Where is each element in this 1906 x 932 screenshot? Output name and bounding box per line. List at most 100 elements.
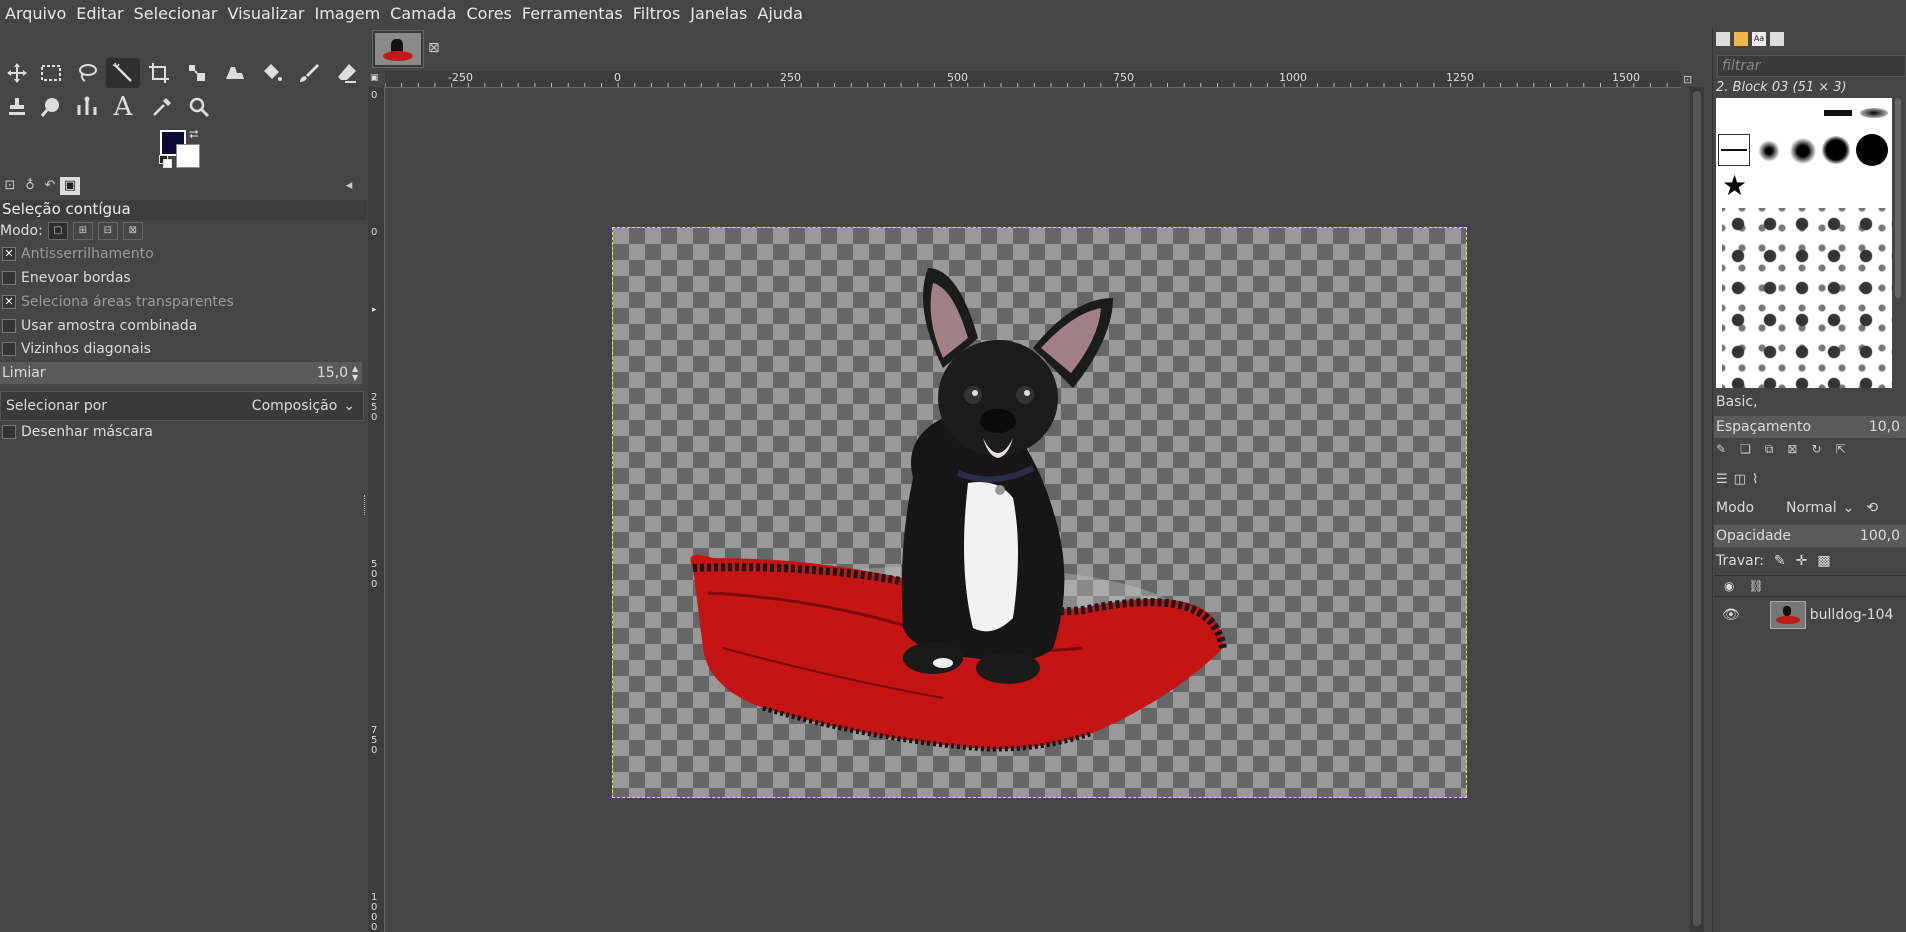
menu-selecionar[interactable]: Selecionar [129, 4, 223, 23]
brush-filter-input[interactable]: filtrar [1717, 55, 1906, 77]
eraser-tool-icon[interactable] [330, 58, 364, 88]
mode-add-button[interactable]: ⊞ [72, 222, 93, 240]
checkbox-mark [2, 319, 16, 333]
brush-swatch[interactable] [1860, 108, 1888, 118]
checkbox-mark [2, 271, 16, 285]
brush-scrollbar[interactable] [1895, 98, 1901, 298]
navigate-corner-icon[interactable]: ⊡ [1683, 73, 1692, 86]
edit-brush-icon[interactable]: ✎ [1716, 442, 1726, 460]
menu-cores[interactable]: Cores [462, 4, 517, 23]
brush-grid[interactable]: ★ [1716, 98, 1892, 388]
opacity-spinner[interactable]: Opacidade 100,0 [1714, 525, 1906, 547]
zoom-tool-icon[interactable] [182, 92, 216, 122]
mode-subtract-button[interactable]: ⊟ [97, 222, 118, 240]
fonts-tab-icon[interactable]: Aa [1752, 32, 1766, 46]
vertical-scrollbar[interactable] [1690, 87, 1704, 932]
select-by-dropdown[interactable]: Selecionar por Composição ⌄ [0, 391, 364, 421]
crop-tool-icon[interactable] [142, 58, 176, 88]
rect-select-tool-icon[interactable] [34, 58, 68, 88]
undo-history-tab-icon[interactable]: ↶ [40, 177, 60, 195]
lasso-tool-icon[interactable] [70, 58, 104, 88]
menu-filtros[interactable]: Filtros [628, 4, 686, 23]
layers-dock-tabs: ☰ ◫ ⌇ [1716, 472, 1758, 487]
configure-tab-icon[interactable]: ◂ [339, 177, 359, 195]
mode-replace-button[interactable]: ▢ [47, 222, 68, 240]
brush-swatch[interactable] [1824, 110, 1852, 116]
background-color[interactable] [176, 144, 200, 168]
menu-imagem[interactable]: Imagem [309, 4, 385, 23]
checkbox-mark [2, 425, 16, 439]
warp-tool-icon[interactable] [218, 58, 252, 88]
vertical-ruler[interactable]: 0 0 2 5 0 5 0 0 7 5 0 1 0 0 0 ▸ [368, 87, 385, 932]
move-tool-icon[interactable] [0, 58, 34, 88]
clone-tool-icon[interactable] [0, 92, 34, 122]
open-as-image-icon[interactable]: ⇱ [1836, 442, 1846, 460]
menu-janelas[interactable]: Janelas [685, 4, 752, 23]
tool-options-tab-icon[interactable]: ⊡ [0, 177, 20, 195]
menu-camada[interactable]: Camada [385, 4, 461, 23]
draw-mask-checkbox[interactable]: Desenhar máscara [0, 422, 360, 442]
layer-row[interactable]: 👁 bulldog-104 [1714, 598, 1906, 632]
brush-swatch-grid[interactable] [1722, 208, 1892, 388]
select-transparent-checkbox[interactable]: ✕ Seleciona áreas transparentes [0, 292, 360, 312]
brush-swatch[interactable] [1790, 138, 1816, 164]
bucket-fill-tool-icon[interactable] [255, 58, 289, 88]
paths-tool-icon[interactable] [70, 92, 104, 122]
duplicate-brush-icon[interactable]: ⧉ [1765, 442, 1774, 460]
reset-colors-icon[interactable] [159, 155, 172, 168]
mode-intersect-button[interactable]: ⊠ [122, 222, 143, 240]
brush-swatch[interactable] [1822, 136, 1850, 164]
image-canvas[interactable] [612, 227, 1467, 798]
brush-swatch[interactable] [1856, 134, 1888, 166]
paths-tab-icon[interactable]: ⌇ [1752, 472, 1758, 487]
menu-visualizar[interactable]: Visualizar [222, 4, 309, 23]
menu-editar[interactable]: Editar [71, 4, 128, 23]
feather-edges-checkbox[interactable]: Enevoar bordas [0, 268, 360, 288]
quick-mask-corner-icon[interactable]: ▣ [370, 73, 383, 85]
lock-position-icon[interactable]: ✛ [1796, 553, 1808, 569]
spin-arrows-icon[interactable]: ▲ ▼ [352, 364, 362, 382]
brush-swatch[interactable] [1758, 140, 1780, 162]
device-status-tab-icon[interactable]: ♁ [20, 177, 40, 195]
layers-tab-icon[interactable]: ☰ [1716, 472, 1728, 487]
layer-mode-dropdown[interactable]: Normal [1786, 500, 1837, 516]
sample-merged-checkbox[interactable]: Usar amostra combinada [0, 316, 360, 336]
diagonal-neighbors-checkbox[interactable]: Vizinhos diagonais [0, 339, 360, 359]
star-brush-icon[interactable]: ★ [1722, 172, 1747, 200]
close-tab-icon[interactable]: ⊠ [428, 40, 440, 56]
channels-tab-icon[interactable]: ◫ [1734, 472, 1746, 487]
new-brush-icon[interactable]: ❏ [1740, 442, 1751, 460]
layer-name[interactable]: bulldog-104 [1810, 607, 1894, 623]
brush-tag-field[interactable]: Basic, [1716, 394, 1758, 410]
menu-ferramentas[interactable]: Ferramentas [517, 4, 628, 23]
threshold-spinner[interactable]: Limiar 15,0 ▲ ▼ [0, 362, 362, 384]
delete-brush-icon[interactable]: ⊠ [1787, 442, 1797, 460]
refresh-brushes-icon[interactable]: ↻ [1811, 442, 1821, 460]
paintbrush-tool-icon[interactable] [292, 58, 326, 88]
antialias-checkbox[interactable]: ✕ Antisserrilhamento [0, 244, 360, 264]
eye-icon[interactable]: 👁 [1714, 607, 1740, 623]
h-ruler-ticks [385, 83, 1668, 87]
color-picker-tool-icon[interactable] [145, 92, 179, 122]
images-tab-icon[interactable]: ▣ [60, 177, 80, 195]
patterns-tab-icon[interactable] [1734, 32, 1748, 46]
smudge-tool-icon[interactable] [34, 92, 68, 122]
horizontal-ruler[interactable]: -250 0 250 500 750 1000 1250 1500 [385, 71, 1681, 88]
chevron-down-icon: ⌄ [343, 398, 355, 414]
brush-swatch-selected[interactable] [1718, 134, 1750, 166]
menu-ajuda[interactable]: Ajuda [752, 4, 808, 23]
swap-colors-icon[interactable]: ⮂ [189, 127, 199, 142]
spacing-spinner[interactable]: Espaçamento 10,0 [1714, 416, 1906, 438]
selected-brush-name: 2. Block 03 (51 × 3) [1716, 80, 1847, 95]
brushes-tab-icon[interactable] [1716, 32, 1730, 46]
transform-tool-icon[interactable] [180, 58, 214, 88]
text-tool-icon[interactable]: A [106, 92, 140, 122]
layer-mode-reset-icon[interactable]: ⟲ [1854, 500, 1878, 516]
lock-alpha-icon[interactable]: ▩ [1817, 553, 1830, 569]
image-tab[interactable] [372, 30, 424, 68]
document-history-tab-icon[interactable] [1770, 32, 1784, 46]
menu-arquivo[interactable]: Arquivo [0, 4, 71, 23]
lock-pixels-icon[interactable]: ✎ [1774, 553, 1786, 569]
scrollbar-thumb[interactable] [1693, 91, 1701, 926]
fuzzy-select-tool-icon[interactable] [106, 58, 140, 88]
